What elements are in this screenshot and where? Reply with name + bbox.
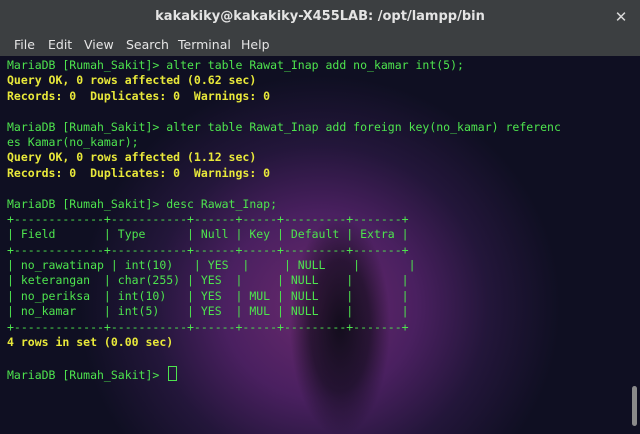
menu-view[interactable]: View [84, 37, 114, 52]
terminal-line-text: | Field | Type | Null | Key | Default | … [7, 227, 409, 242]
title-bar[interactable]: kakakiky@kakakiky-X455LAB: /opt/lampp/bi… [0, 0, 640, 34]
menu-bar: File Edit View Search Terminal Help [0, 34, 640, 56]
terminal-line: Query OK, 0 rows affected (0.62 sec) [7, 73, 561, 88]
terminal-line-text: MariaDB [Rumah_Sakit]> alter table Rawat… [7, 58, 464, 72]
text-cursor [168, 365, 178, 381]
terminal-line: MariaDB [Rumah_Sakit]> alter table Rawat… [7, 58, 561, 73]
scrollbar[interactable] [628, 56, 640, 434]
menu-search[interactable]: Search [126, 37, 169, 52]
scrollbar-thumb[interactable] [632, 386, 637, 426]
close-icon[interactable]: ✕ [612, 8, 630, 26]
window-title: kakakiky@kakakiky-X455LAB: /opt/lampp/bi… [155, 9, 485, 24]
terminal-line-text: +-------------+-----------+------+-----+… [7, 242, 409, 257]
terminal-line: | Field | Type | Null | Key | Default | … [7, 227, 561, 242]
terminal-line-text: +-------------+-----------+------+-----+… [7, 319, 409, 334]
terminal-line-text: Query OK, 0 rows affected (0.62 sec) [7, 73, 257, 88]
terminal-line: Records: 0 Duplicates: 0 Warnings: 0 [7, 89, 561, 104]
terminal-line: Records: 0 Duplicates: 0 Warnings: 0 [7, 166, 561, 181]
terminal-line-text: | no_rawatinap | int(10) | YES | | NULL … [7, 258, 416, 273]
terminal-line-text: Records: 0 Duplicates: 0 Warnings: 0 [7, 165, 271, 180]
terminal-line: MariaDB [Rumah_Sakit]> [7, 365, 561, 382]
terminal-line: Query OK, 0 rows affected (1.12 sec) [7, 150, 561, 165]
terminal-line: +-------------+-----------+------+-----+… [7, 212, 561, 227]
terminal-output-area[interactable]: MariaDB [Rumah_Sakit]> alter table Rawat… [0, 56, 640, 434]
terminal-text: MariaDB [Rumah_Sakit]> alter table Rawat… [7, 58, 561, 382]
terminal-line-text: | no_periksa | int(10) | YES | MUL | NUL… [7, 288, 409, 303]
terminal-line-text: MariaDB [Rumah_Sakit]> alter table Rawat… [7, 119, 561, 134]
terminal-line-text: es Kamar(no_kamar); [7, 134, 139, 149]
menu-terminal[interactable]: Terminal [178, 37, 231, 52]
terminal-line-text: Query OK, 0 rows affected (1.12 sec) [7, 150, 257, 165]
terminal-line: | no_periksa | int(10) | YES | MUL | NUL… [7, 289, 561, 304]
terminal-line: | no_kamar | int(5) | YES | MUL | NULL |… [7, 304, 561, 319]
terminal-line: es Kamar(no_kamar); [7, 135, 561, 150]
terminal-window: kakakiky@kakakiky-X455LAB: /opt/lampp/bi… [0, 0, 640, 434]
menu-file[interactable]: File [14, 37, 35, 52]
terminal-line-text: Records: 0 Duplicates: 0 Warnings: 0 [7, 88, 271, 103]
terminal-line: 4 rows in set (0.00 sec) [7, 335, 561, 350]
terminal-line-text: MariaDB [Rumah_Sakit]> desc Rawat_Inap; [7, 196, 278, 211]
terminal-line: MariaDB [Rumah_Sakit]> alter table Rawat… [7, 120, 561, 135]
menu-edit[interactable]: Edit [48, 37, 72, 52]
terminal-line: MariaDB [Rumah_Sakit]> desc Rawat_Inap; [7, 197, 561, 212]
terminal-line-text: MariaDB [Rumah_Sakit]> [7, 367, 167, 382]
terminal-line: | keterangan | char(255) | YES | | NULL … [7, 273, 561, 288]
terminal-line-text: 4 rows in set (0.00 sec) [7, 335, 174, 350]
terminal-line-text: | no_kamar | int(5) | YES | MUL | NULL |… [7, 304, 409, 319]
terminal-line-text: | keterangan | char(255) | YES | | NULL … [7, 273, 409, 288]
terminal-line: +-------------+-----------+------+-----+… [7, 243, 561, 258]
terminal-line-text: +-------------+-----------+------+-----+… [7, 211, 409, 226]
terminal-line: +-------------+-----------+------+-----+… [7, 320, 561, 335]
menu-help[interactable]: Help [241, 37, 270, 52]
terminal-line: | no_rawatinap | int(10) | YES | | NULL … [7, 258, 561, 273]
